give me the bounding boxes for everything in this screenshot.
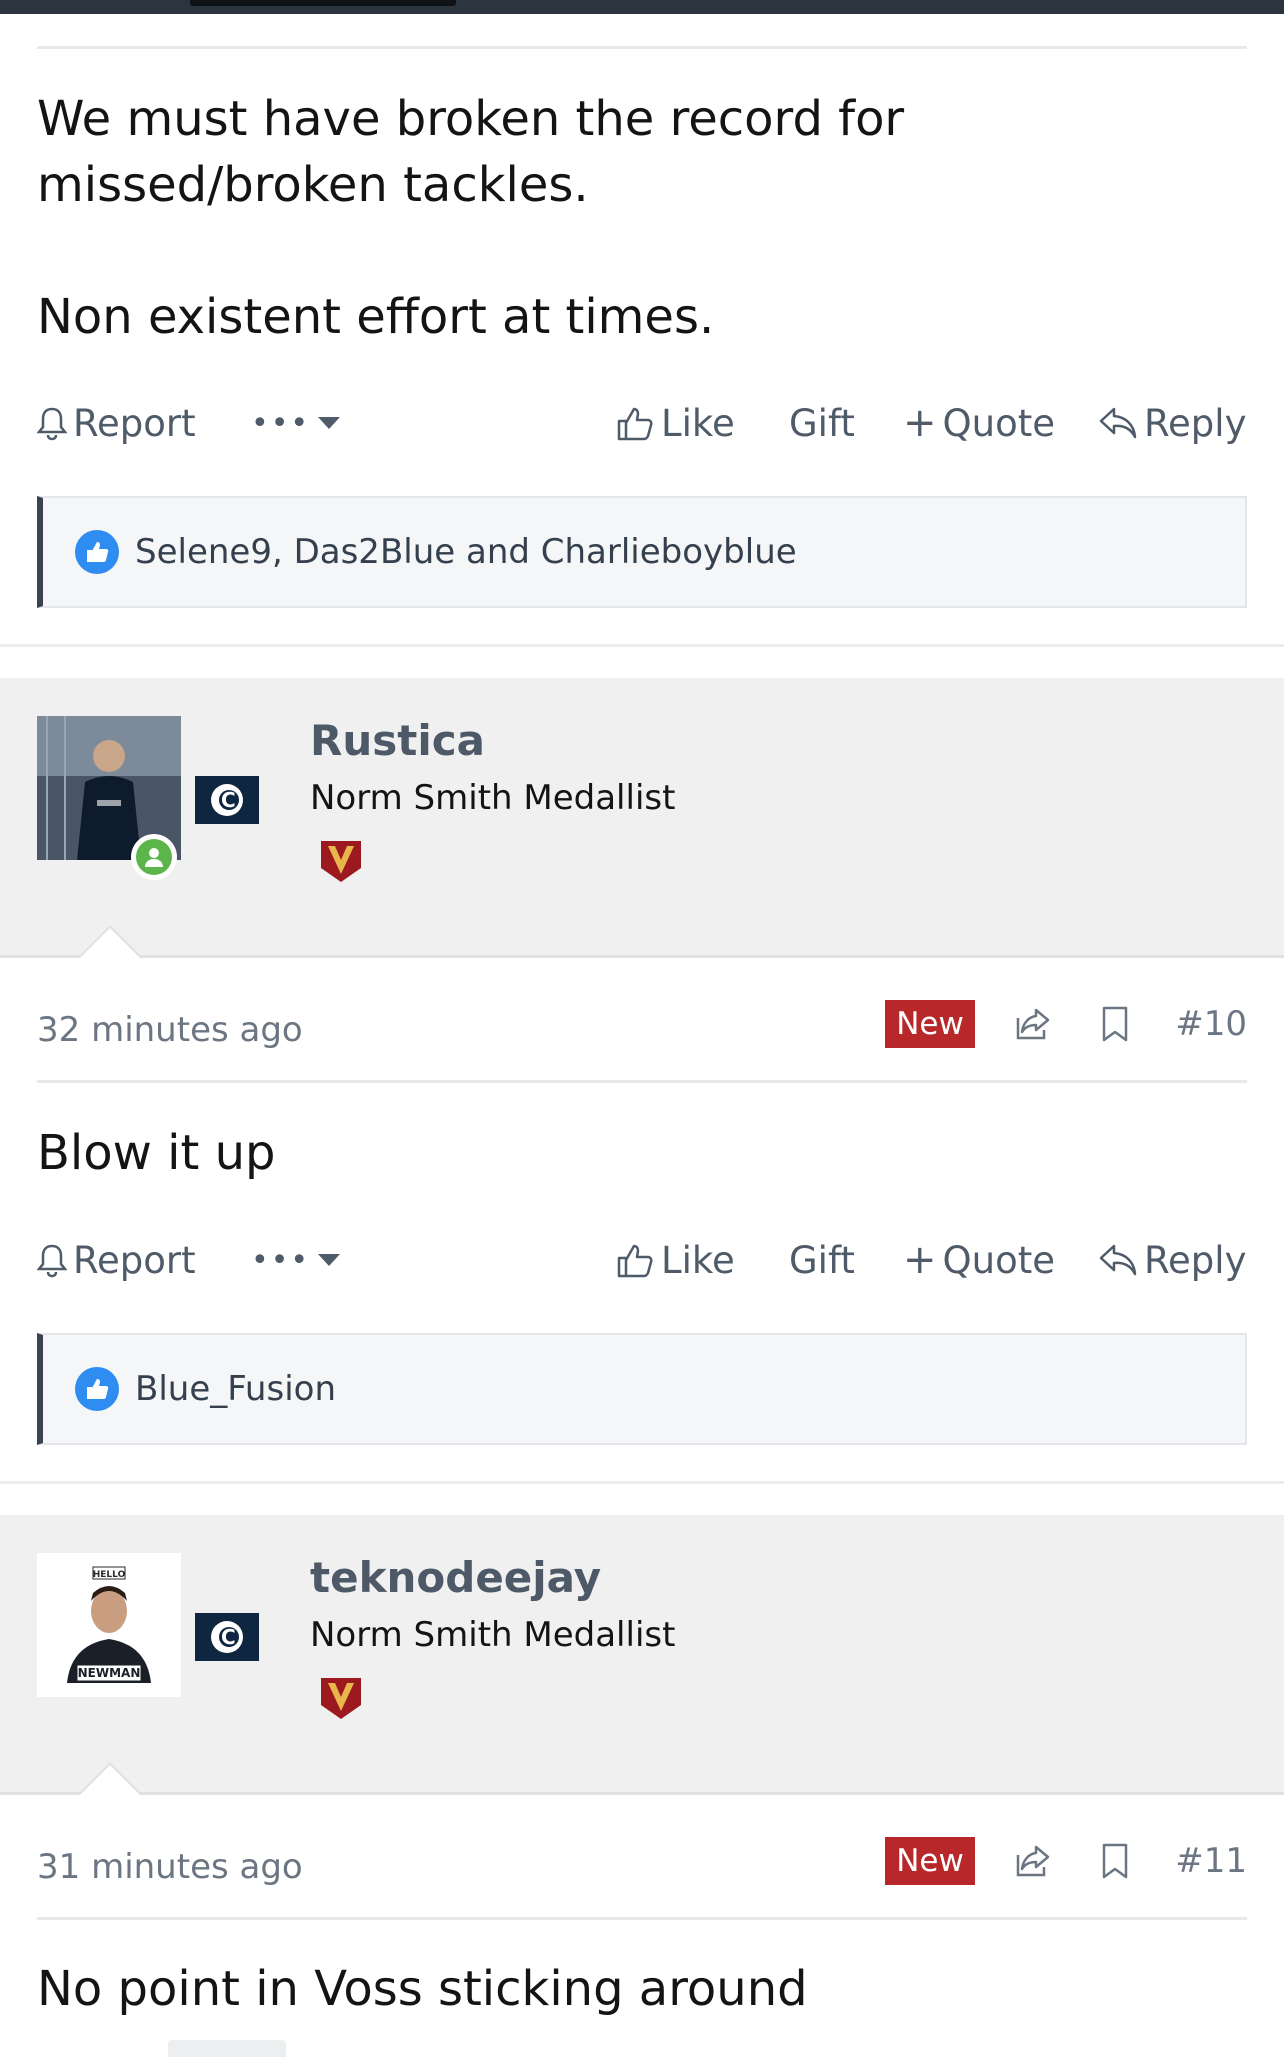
- post-9-message: We must have broken the record for misse…: [37, 86, 1247, 350]
- bookmark-icon[interactable]: [1100, 1841, 1130, 1890]
- username[interactable]: Rustica: [310, 716, 485, 765]
- user-title: Norm Smith Medallist: [310, 778, 676, 818]
- post-number-link[interactable]: #11: [1175, 1841, 1247, 1881]
- more-options-button[interactable]: •••: [251, 393, 342, 453]
- more-options-button[interactable]: •••: [251, 1230, 342, 1290]
- new-badge: New: [885, 1837, 975, 1885]
- plus-icon: +: [903, 400, 937, 446]
- like-reaction-icon: [75, 530, 119, 574]
- share-icon[interactable]: [1012, 1004, 1052, 1053]
- report-button[interactable]: Report: [37, 1230, 196, 1290]
- post-10-likes-bar[interactable]: Blue_Fusion: [37, 1333, 1247, 1445]
- header-text-fragment: [190, 0, 456, 6]
- partial-element: [168, 2040, 286, 2057]
- quote-button[interactable]: + Quote: [903, 393, 1055, 453]
- like-reaction-icon: [75, 1367, 119, 1411]
- gift-button[interactable]: Gift: [789, 393, 855, 453]
- post-9-line-1: We must have broken the record for: [37, 91, 905, 147]
- report-label: Report: [73, 401, 196, 445]
- user-title: Norm Smith Medallist: [310, 1615, 676, 1655]
- divider: [37, 1080, 1247, 1083]
- post-11-message: No point in Voss sticking around: [37, 1956, 1247, 2022]
- post-pointer: [80, 1765, 140, 1795]
- reply-arrow-icon: [1098, 405, 1138, 441]
- caret-down-icon: [316, 1252, 342, 1268]
- divider: [37, 46, 1247, 49]
- gift-label: Gift: [789, 401, 855, 445]
- thumbs-up-icon: [615, 403, 655, 443]
- ellipsis-icon: •••: [251, 1242, 311, 1278]
- post-10-meta: 32 minutes ago New #10: [37, 1000, 1247, 1060]
- svg-text:C: C: [221, 788, 236, 812]
- new-badge: New: [885, 1000, 975, 1048]
- online-status-icon: [131, 834, 177, 880]
- club-logo-icon: C: [195, 1613, 259, 1661]
- likers-list[interactable]: Selene9, Das2Blue and Charlieboyblue: [135, 532, 797, 572]
- plus-icon: +: [903, 1237, 937, 1283]
- post-timestamp[interactable]: 32 minutes ago: [37, 1010, 303, 1050]
- club-logo-icon: C: [195, 776, 259, 824]
- reply-button[interactable]: Reply: [1098, 1230, 1246, 1290]
- bookmark-icon[interactable]: [1100, 1004, 1130, 1053]
- post-9-line-2: missed/broken tackles.: [37, 157, 589, 213]
- post-separator: [0, 1481, 1284, 1484]
- user-avatar[interactable]: HELLO NEWMAN: [37, 1553, 181, 1697]
- like-button[interactable]: Like: [615, 1230, 735, 1290]
- thumbs-up-icon: [615, 1240, 655, 1280]
- post-11-meta: 31 minutes ago New #11: [37, 1837, 1247, 1897]
- v-badge-icon: [318, 838, 364, 884]
- quote-button[interactable]: + Quote: [903, 1230, 1055, 1290]
- post-9-likes-bar[interactable]: Selene9, Das2Blue and Charlieboyblue: [37, 496, 1247, 608]
- avatar-text-top: HELLO: [93, 1570, 126, 1580]
- post-10-user-block: C Rustica Norm Smith Medallist: [0, 678, 1284, 958]
- caret-down-icon: [316, 415, 342, 431]
- reply-arrow-icon: [1098, 1242, 1138, 1278]
- avatar-text-bottom: NEWMAN: [78, 1666, 141, 1680]
- reply-button[interactable]: Reply: [1098, 393, 1246, 453]
- ellipsis-icon: •••: [251, 405, 311, 441]
- like-label: Like: [661, 1238, 735, 1282]
- post-11-line-1: No point in Voss sticking around: [37, 1961, 808, 2017]
- thread-header-bar: [0, 0, 1284, 14]
- report-label: Report: [73, 1238, 196, 1282]
- post-11-user-block: HELLO NEWMAN C teknodeejay Norm Smith Me…: [0, 1515, 1284, 1795]
- divider: [37, 1917, 1247, 1920]
- quote-label: Quote: [942, 401, 1055, 445]
- post-10-line-1: Blow it up: [37, 1125, 276, 1181]
- gift-label: Gift: [789, 1238, 855, 1282]
- share-icon[interactable]: [1012, 1841, 1052, 1890]
- v-badge-icon: [318, 1675, 364, 1721]
- gift-button[interactable]: Gift: [789, 1230, 855, 1290]
- post-separator: [0, 644, 1284, 647]
- reply-label: Reply: [1144, 401, 1247, 445]
- post-number-link[interactable]: #10: [1175, 1004, 1247, 1044]
- bell-icon: [37, 1242, 67, 1278]
- bell-icon: [37, 405, 67, 441]
- report-button[interactable]: Report: [37, 393, 196, 453]
- like-button[interactable]: Like: [615, 393, 735, 453]
- like-label: Like: [661, 401, 735, 445]
- username[interactable]: teknodeejay: [310, 1553, 601, 1602]
- quote-label: Quote: [942, 1238, 1055, 1282]
- post-10-action-bar: Report ••• Like Gift + Quote Reply: [37, 1230, 1247, 1290]
- post-pointer: [80, 928, 140, 958]
- post-10-message: Blow it up: [37, 1120, 1247, 1186]
- reply-label: Reply: [1144, 1238, 1247, 1282]
- post-9-action-bar: Report ••• Like Gift + Quote Reply: [37, 393, 1247, 453]
- post-9-line-3: Non existent effort at times.: [37, 289, 715, 345]
- likers-list[interactable]: Blue_Fusion: [135, 1369, 336, 1409]
- svg-text:C: C: [221, 1625, 236, 1649]
- post-timestamp[interactable]: 31 minutes ago: [37, 1847, 303, 1887]
